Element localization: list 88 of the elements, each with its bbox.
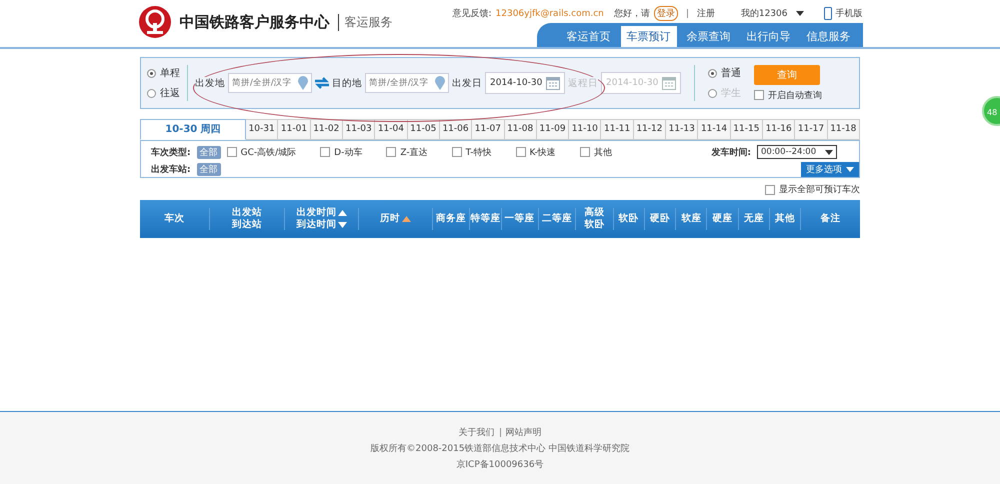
icp-text: 京ICP备10009636号 bbox=[456, 458, 544, 470]
date-tab[interactable]: 11-14 bbox=[698, 119, 731, 140]
departure-time-select[interactable]: 00:00--24:00 bbox=[757, 145, 837, 159]
calendar-icon[interactable] bbox=[662, 76, 676, 90]
date-tab[interactable]: 11-12 bbox=[634, 119, 666, 140]
column-header[interactable]: 特等座 bbox=[470, 213, 500, 225]
more-options-button[interactable]: 更多选项 bbox=[801, 162, 859, 177]
date-tab[interactable]: 11-10 bbox=[569, 119, 602, 140]
train-type-checkbox[interactable]: GC-高铁/城际 bbox=[226, 146, 296, 158]
section-name: 客运服务 bbox=[338, 14, 392, 30]
column-header[interactable]: 出发时间 到达时间 bbox=[296, 207, 348, 231]
trip-type-radio[interactable]: 单程 bbox=[147, 66, 180, 80]
date-tab[interactable]: 10-30 周四 bbox=[140, 119, 246, 140]
date-tab[interactable]: 11-02 bbox=[310, 119, 343, 140]
date-tab[interactable]: 11-16 bbox=[763, 119, 796, 140]
column-header[interactable]: 二等座 bbox=[542, 213, 572, 225]
caret-icon bbox=[825, 150, 833, 154]
trip-type-radio[interactable]: 往返 bbox=[147, 86, 180, 100]
mobile-link[interactable]: 手机版 bbox=[836, 7, 862, 20]
date-tab[interactable]: 11-04 bbox=[375, 119, 408, 140]
column-header[interactable]: 其他 bbox=[775, 213, 796, 225]
nav-tab[interactable]: 余票查询 bbox=[680, 26, 736, 46]
station-label: 出发车站: bbox=[151, 163, 191, 176]
column-header[interactable]: 硬座 bbox=[712, 213, 733, 225]
my-account-menu[interactable]: 我的12306 bbox=[740, 7, 788, 20]
train-type-checkbox[interactable]: Z-直达 bbox=[386, 146, 428, 158]
column-header[interactable]: 无座 bbox=[744, 213, 764, 225]
column-header[interactable]: 软卧 bbox=[618, 213, 639, 225]
location-pin-icon bbox=[435, 76, 445, 90]
to-field[interactable]: 简拼/全拼/汉字 bbox=[365, 73, 449, 93]
calendar-icon[interactable] bbox=[546, 76, 560, 90]
sort-icon[interactable] bbox=[402, 216, 411, 222]
from-label: 出发地 bbox=[195, 76, 225, 90]
date-field[interactable]: 2014-10-30 bbox=[485, 72, 565, 94]
date-tab[interactable]: 11-18 bbox=[828, 119, 860, 140]
train-type-label: 车次类型: bbox=[151, 146, 191, 158]
radio-circle[interactable] bbox=[147, 88, 156, 98]
auto-query-checkbox[interactable]: 开启自动查询 bbox=[754, 88, 822, 102]
about-link[interactable]: 关于我们 bbox=[458, 426, 494, 438]
train-type-checkbox[interactable]: 其他 bbox=[580, 146, 612, 158]
nav-tab[interactable]: 客运首页 bbox=[560, 26, 616, 46]
column-header[interactable]: 商务座 bbox=[436, 213, 466, 225]
column-header[interactable]: 备注 bbox=[820, 213, 841, 225]
train-type-checkbox[interactable]: T-特快 bbox=[452, 146, 492, 158]
date-tab[interactable]: 11-05 bbox=[408, 119, 440, 140]
date-label: 出发日 bbox=[452, 76, 482, 90]
location-pin-icon bbox=[298, 76, 308, 90]
to-label: 目的地 bbox=[332, 76, 362, 90]
show-all-checkbox[interactable]: 显示全部可预订车次 bbox=[765, 183, 860, 196]
column-header[interactable]: 一等座 bbox=[504, 213, 535, 225]
date-tab[interactable]: 11-15 bbox=[730, 119, 763, 140]
column-header[interactable]: 历时 bbox=[380, 213, 411, 225]
column-header[interactable]: 软座 bbox=[681, 213, 702, 225]
caret-icon[interactable] bbox=[796, 11, 804, 16]
date-tab[interactable]: 11-06 bbox=[440, 119, 472, 140]
return-date-label: 返程日 bbox=[568, 76, 598, 90]
register-link[interactable]: 注册 bbox=[696, 7, 715, 20]
site-name: 中国铁路客户服务中心 bbox=[180, 12, 330, 32]
nav-tab[interactable]: 车票预订 bbox=[620, 26, 676, 46]
ticket-type-radio[interactable]: 普通 bbox=[708, 66, 741, 80]
date-tab[interactable]: 10-31 bbox=[246, 119, 278, 140]
copyright-text: 版权所有©2008-2015铁道部信息技术中心 中国铁道科学研究院 bbox=[370, 442, 630, 454]
login-link[interactable]: 登录 bbox=[654, 6, 678, 21]
train-type-checkbox[interactable]: D-动车 bbox=[320, 146, 362, 158]
statement-link[interactable]: 网站声明 bbox=[506, 426, 542, 438]
train-type-checkbox[interactable]: K-快速 bbox=[516, 146, 556, 158]
swap-icon[interactable] bbox=[315, 77, 329, 89]
date-tab[interactable]: 11-09 bbox=[536, 119, 570, 140]
column-header[interactable]: 高级 软卧 bbox=[584, 207, 604, 231]
date-tab[interactable]: 11-11 bbox=[601, 119, 634, 140]
column-header[interactable]: 车次 bbox=[164, 213, 184, 225]
column-header[interactable]: 出发站 到达站 bbox=[232, 207, 262, 231]
from-field[interactable]: 简拼/全拼/汉字 bbox=[228, 73, 312, 93]
date-tab[interactable]: 11-13 bbox=[666, 119, 698, 140]
column-header[interactable]: 硬卧 bbox=[650, 213, 670, 225]
date-tab[interactable]: 11-01 bbox=[278, 119, 311, 140]
nav-tab[interactable]: 信息服务 bbox=[800, 26, 856, 46]
date-tab[interactable]: 11-08 bbox=[504, 119, 537, 140]
phone-icon bbox=[824, 7, 832, 20]
radio-circle[interactable] bbox=[147, 68, 156, 78]
nav-tab[interactable]: 出行向导 bbox=[740, 26, 796, 46]
departure-time-label: 发车时间: bbox=[711, 146, 751, 158]
date-tab[interactable]: 11-17 bbox=[795, 119, 828, 140]
date-tab[interactable]: 11-03 bbox=[342, 119, 376, 140]
feedback-label: 意见反馈: bbox=[452, 8, 492, 20]
greeting-text: 您好，请 bbox=[614, 8, 650, 20]
logo-icon bbox=[138, 5, 172, 39]
date-tab[interactable]: 11-07 bbox=[472, 119, 504, 140]
